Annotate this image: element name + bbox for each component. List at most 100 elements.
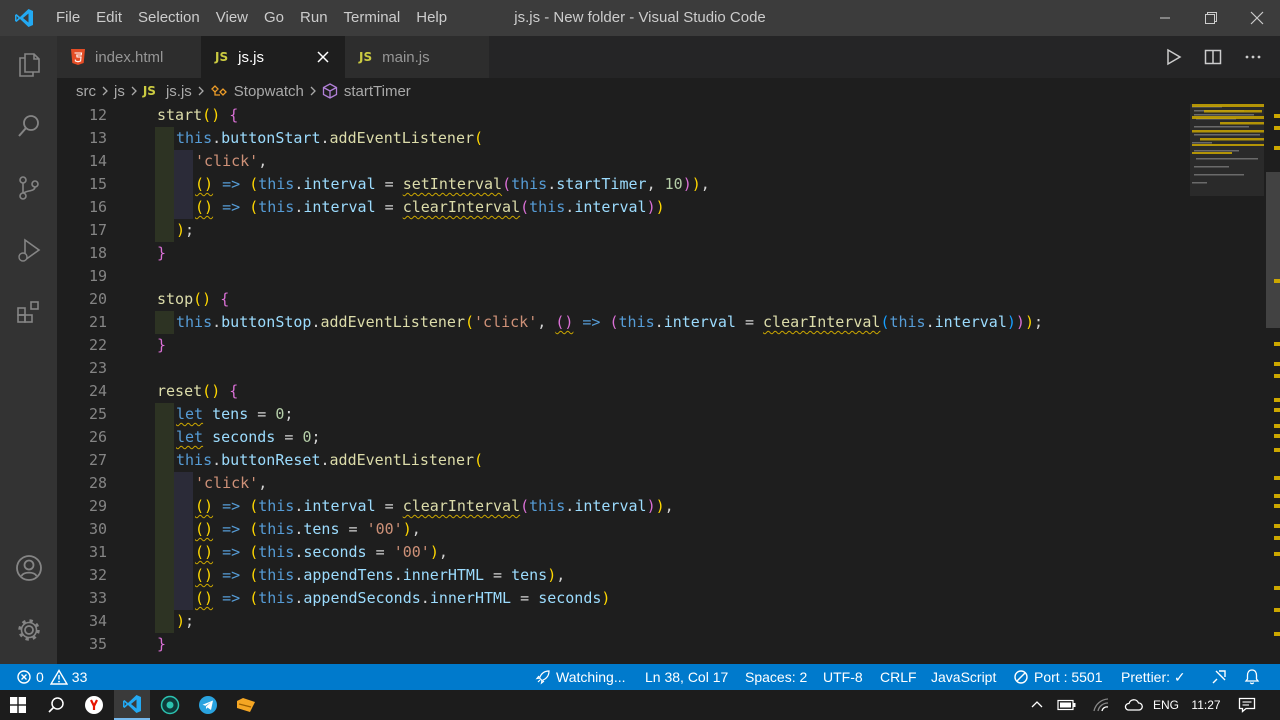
indent-guide [155,150,174,173]
code-line[interactable]: 15 () => (this.interval = setInterval(thi… [57,173,1187,196]
feedback-button[interactable] [1210,664,1228,690]
menu-terminal[interactable]: Terminal [336,0,409,36]
code-line[interactable]: 29 () => (this.interval = clearInterval(t… [57,495,1187,518]
more-actions-button[interactable] [1240,44,1266,70]
taskbar-yandex-browser[interactable] [76,690,112,720]
breadcrumb-src[interactable]: src [76,83,96,100]
line-number: 34 [88,612,107,630]
menu-go[interactable]: Go [256,0,292,36]
tray-network[interactable] [1088,690,1114,720]
accounts-button[interactable] [0,542,57,594]
code-line[interactable]: 25 let tens = 0; [57,403,1187,426]
search-button[interactable] [0,100,57,152]
breadcrumb-class[interactable]: Stopwatch [234,83,304,100]
input-language[interactable]: ENG [1150,690,1182,720]
tab-main-js[interactable]: JS main.js [345,36,489,78]
notifications-button[interactable] [1243,664,1261,690]
rocket-icon [535,670,550,685]
taskbar-telegram[interactable] [190,690,226,720]
code-line[interactable]: 22} [57,334,1187,357]
taskbar-search-button[interactable] [38,690,74,720]
vertical-scrollbar[interactable] [1266,104,1280,664]
menu-run[interactable]: Run [292,0,336,36]
taskbar-vscode[interactable] [114,690,150,720]
code-line[interactable]: 19 [57,265,1187,288]
breadcrumb-method[interactable]: startTimer [344,83,411,100]
indent-guide [155,587,174,610]
line-number: 15 [88,175,107,193]
code-line[interactable]: 21 this.buttonStop.addEventListener('clic… [57,311,1187,334]
run-file-button[interactable] [1160,44,1186,70]
end-of-line[interactable]: CRLF [880,664,917,690]
windows-taskbar: ENG 11:27 [0,690,1280,720]
breadcrumb-file[interactable]: js.js [166,83,192,100]
show-hidden-icons-button[interactable] [1024,690,1050,720]
line-number: 28 [88,474,107,492]
start-button[interactable] [0,690,36,720]
code-line[interactable]: 30 () => (this.tens = '00'), [57,518,1187,541]
indent-guide [155,403,174,426]
code-line[interactable]: 18} [57,242,1187,265]
code-line[interactable]: 17); [57,219,1187,242]
code-line[interactable]: 32 () => (this.appendTens.innerHTML = ten… [57,564,1187,587]
extensions-button[interactable] [0,286,57,338]
code-line[interactable]: 16 () => (this.interval = clearInterval(t… [57,196,1187,219]
menu-file[interactable]: File [48,0,88,36]
code-line[interactable]: 27 this.buttonReset.addEventListener( [57,449,1187,472]
prettier-status[interactable]: Prettier: ✓ [1121,664,1186,690]
live-server-port[interactable]: Port : 5501 [1013,664,1103,690]
code-line[interactable]: 33 () => (this.appendSeconds.innerHTML = … [57,587,1187,610]
manage-button[interactable] [0,604,57,656]
code-line[interactable]: 34); [57,610,1187,633]
code-line[interactable]: 12 start() { [57,104,1187,127]
tray-onedrive[interactable] [1120,690,1146,720]
code-line[interactable]: 13 this.buttonStart.addEventListener( [57,127,1187,150]
taskbar-app[interactable] [152,690,188,720]
watch-status[interactable]: Watching... [535,664,626,690]
taskbar-folder-app[interactable] [228,690,264,720]
code-text: let seconds = 0; [176,428,321,446]
indentation[interactable]: Spaces: 2 [745,664,807,690]
language-mode[interactable]: JavaScript [931,664,996,690]
breadcrumb-js-folder[interactable]: js [114,83,125,100]
menu-selection[interactable]: Selection [130,0,208,36]
code-line[interactable]: 14 'click', [57,150,1187,173]
close-icon [317,51,329,63]
close-window-button[interactable] [1234,0,1280,36]
tab-js-js[interactable]: JS js.js [201,36,345,78]
minimap[interactable] [1190,104,1264,664]
line-number: 13 [88,129,107,147]
code-line[interactable]: 26 let seconds = 0; [57,426,1187,449]
tray-battery[interactable] [1054,690,1080,720]
warning-icon [49,669,68,685]
minimize-icon [1160,17,1170,19]
scrollbar-thumb[interactable] [1266,172,1280,328]
code-line[interactable]: 35} [57,633,1187,656]
cursor-position[interactable]: Ln 38, Col 17 [645,664,728,690]
menu-edit[interactable]: Edit [88,0,130,36]
code-line[interactable]: 20 stop() { [57,288,1187,311]
menu-view[interactable]: View [208,0,256,36]
source-control-button[interactable] [0,162,57,214]
encoding[interactable]: UTF-8 [823,664,863,690]
code-line[interactable]: 23 [57,357,1187,380]
menu-help[interactable]: Help [408,0,455,36]
problems-indicator[interactable]: 0 33 [16,664,87,690]
tab-index-html[interactable]: index.html [57,36,201,78]
code-line[interactable]: 31 () => (this.seconds = '00'), [57,541,1187,564]
code-line[interactable]: 28 'click', [57,472,1187,495]
run-debug-icon [17,238,40,262]
minimize-button[interactable] [1142,0,1188,36]
split-editor-button[interactable] [1200,44,1226,70]
explorer-button[interactable] [0,38,57,90]
code-editor[interactable]: 12 start() {13 this.buttonStart.addEventLi… [57,104,1280,664]
tab-label: js.js [238,48,264,66]
tab-close-button[interactable] [313,47,333,67]
clock[interactable]: 11:27 [1186,690,1226,720]
action-center-button[interactable] [1234,690,1260,720]
code-text: () => (this.appendSeconds.innerHTML = se… [195,589,611,607]
code-line[interactable]: 24 reset() { [57,380,1187,403]
run-debug-button[interactable] [0,224,57,276]
restore-button[interactable] [1188,0,1234,36]
tab-label: index.html [95,48,164,66]
